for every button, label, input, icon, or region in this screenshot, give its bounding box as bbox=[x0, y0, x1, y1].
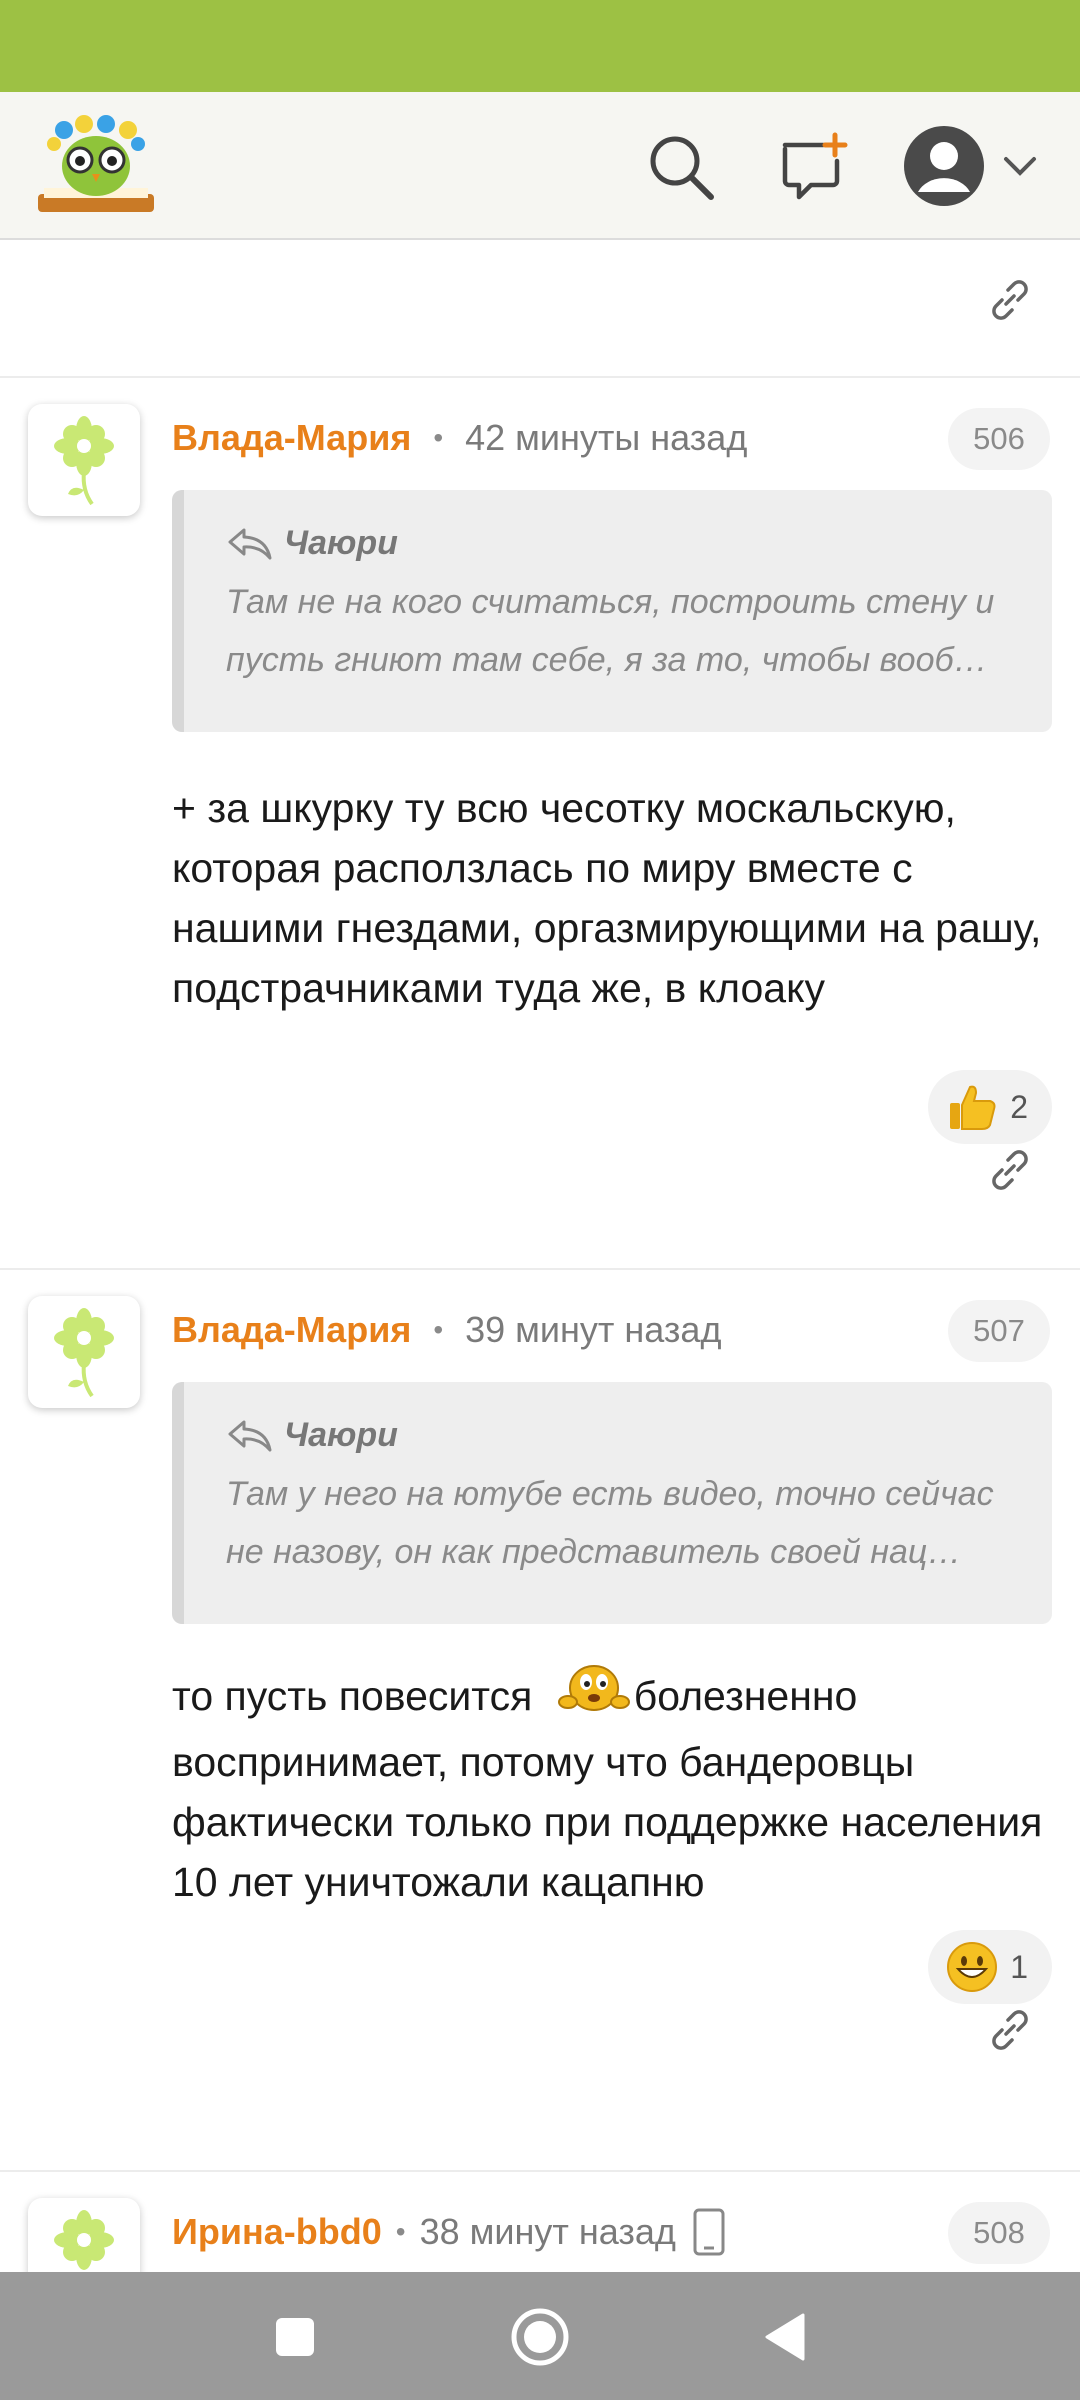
quote-text: Там не на кого считаться, построить стен… bbox=[226, 583, 995, 679]
quote-author: Чаюри bbox=[284, 1416, 398, 1454]
comment-author[interactable]: Влада-Мария bbox=[172, 1309, 411, 1351]
flower-avatar-icon bbox=[54, 416, 114, 506]
comment-time: 39 минут назад bbox=[465, 1309, 722, 1350]
thumbs-up-icon bbox=[946, 1081, 998, 1133]
link-icon bbox=[992, 1150, 1028, 1190]
flower-avatar-icon bbox=[54, 1308, 114, 1398]
link-icon bbox=[992, 2010, 1028, 2050]
yellow-smiley-emoji bbox=[557, 1662, 630, 1732]
reaction-button[interactable]: 2 bbox=[928, 1070, 1052, 1144]
new-message-button[interactable] bbox=[772, 126, 854, 208]
mobile-phone-icon bbox=[693, 2208, 725, 2256]
separator-dot: • bbox=[433, 422, 444, 453]
reaction-count: 2 bbox=[1010, 1088, 1028, 1125]
comment-text: то пусть повесится болезненно воспринима… bbox=[172, 1662, 1050, 1912]
comment-507: Влада-Мария • 39 минут назад 507 Чаюри Т… bbox=[0, 1270, 1080, 2170]
user-avatar-icon bbox=[904, 126, 984, 206]
chevron-down-icon bbox=[1004, 157, 1036, 176]
new-message-icon bbox=[782, 132, 848, 200]
back-button[interactable] bbox=[750, 2302, 820, 2372]
comment-number[interactable]: 508 bbox=[948, 2202, 1050, 2264]
reaction-button[interactable]: 1 bbox=[928, 1930, 1052, 2004]
comment-author[interactable]: Ирина-bbd0 bbox=[172, 2211, 382, 2253]
search-icon bbox=[650, 136, 714, 200]
comment-number[interactable]: 506 bbox=[948, 408, 1050, 470]
status-bar bbox=[0, 0, 1080, 92]
site-logo[interactable] bbox=[34, 110, 158, 222]
user-menu-button[interactable] bbox=[896, 118, 1046, 214]
reply-arrow-icon bbox=[228, 528, 272, 559]
comment-time: 38 минут назад bbox=[419, 2211, 676, 2252]
separator-dot: • bbox=[433, 1314, 444, 1345]
square-icon bbox=[276, 2318, 314, 2356]
permalink-button[interactable] bbox=[984, 1144, 1036, 1196]
comment-actions-row bbox=[0, 242, 1080, 376]
app-header bbox=[0, 92, 1080, 240]
separator-dot: • bbox=[395, 2216, 406, 2247]
permalink-button[interactable] bbox=[984, 2004, 1036, 2056]
smile-emoji-icon bbox=[946, 1941, 998, 1993]
reply-arrow-icon bbox=[228, 1420, 272, 1451]
back-triangle-icon bbox=[765, 2313, 805, 2361]
recent-apps-button[interactable] bbox=[260, 2302, 330, 2372]
quote-author: Чаюри bbox=[284, 524, 398, 562]
search-button[interactable] bbox=[640, 126, 722, 208]
home-button[interactable] bbox=[505, 2302, 575, 2372]
home-circle-icon bbox=[511, 2308, 569, 2366]
comment-506: Влада-Мария • 42 минуты назад 506 Чаюри … bbox=[0, 378, 1080, 1268]
link-icon bbox=[992, 280, 1028, 320]
comment-text-start: то пусть повесится bbox=[172, 1673, 533, 1719]
quoted-reply[interactable]: Чаюри Там не на кого считаться, построит… bbox=[172, 490, 1052, 732]
quote-text: Там у него на ютубе есть видео, точно се… bbox=[226, 1475, 994, 1571]
comment-feed: Влада-Мария • 42 минуты назад 506 Чаюри … bbox=[0, 242, 1080, 2372]
system-navigation-bar bbox=[0, 2272, 1080, 2400]
quoted-reply[interactable]: Чаюри Там у него на ютубе есть видео, то… bbox=[172, 1382, 1052, 1624]
permalink-button[interactable] bbox=[984, 274, 1036, 326]
comment-text: + за шкурку ту всю чесотку москальскую, … bbox=[172, 785, 1042, 1011]
reaction-count: 1 bbox=[1010, 1948, 1028, 1985]
comment-author[interactable]: Влада-Мария bbox=[172, 417, 411, 459]
commenter-avatar[interactable] bbox=[28, 1296, 140, 1408]
commenter-avatar[interactable] bbox=[28, 404, 140, 516]
comment-time: 42 минуты назад bbox=[465, 417, 748, 458]
comment-number[interactable]: 507 bbox=[948, 1300, 1050, 1362]
